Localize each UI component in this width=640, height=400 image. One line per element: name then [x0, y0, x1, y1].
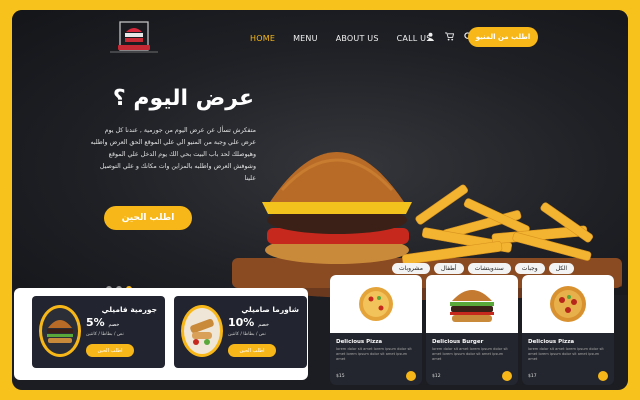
- product-price: $15: [336, 374, 345, 379]
- offer-order-button[interactable]: اطلب الحين: [228, 344, 276, 357]
- add-to-cart-button[interactable]: [406, 371, 416, 381]
- product-title: Delicious Pizza: [528, 339, 575, 345]
- product-price: $12: [432, 374, 441, 379]
- tab-meals[interactable]: وجبات: [514, 263, 545, 274]
- product-image-wrap: [330, 275, 422, 333]
- offer-name: جورمية فاميلي: [101, 305, 157, 314]
- category-tabs: الكل وجبات سندويتشات أطفال مشروبات: [392, 263, 575, 274]
- tab-all[interactable]: الكل: [548, 263, 575, 274]
- offer-discount: 5% خصم: [86, 316, 120, 329]
- hero-order-button[interactable]: اطلب الحين: [104, 206, 192, 230]
- shawarma-plate-image: [181, 305, 223, 357]
- burger-icon: [450, 290, 494, 322]
- brand-logo[interactable]: [104, 18, 164, 58]
- offer-discount: 10% خصم: [228, 316, 269, 329]
- add-to-cart-button[interactable]: [502, 371, 512, 381]
- main-nav: HOME MENU ABOUT US CALL US: [250, 34, 431, 43]
- tab-drinks[interactable]: مشروبات: [392, 263, 430, 274]
- nav-home[interactable]: HOME: [250, 34, 275, 43]
- offers-panel: جورمية فاميلي 5% خصم نص / بطاطا / كانتين…: [14, 288, 308, 380]
- burger-plate-image: [39, 305, 81, 357]
- add-to-cart-button[interactable]: [598, 371, 608, 381]
- tab-sandwiches[interactable]: سندويتشات: [467, 263, 511, 274]
- offer-details: نص / بطاطا / كانتين: [86, 332, 124, 337]
- nav-menu[interactable]: MENU: [293, 34, 318, 43]
- product-card[interactable]: Delicious Pizza lorem dolor sit amet lor…: [330, 275, 422, 385]
- header-order-button[interactable]: اطلب من المنيو: [468, 27, 538, 47]
- tab-kids[interactable]: أطفال: [433, 263, 464, 274]
- offer-card[interactable]: جورمية فاميلي 5% خصم نص / بطاطا / كانتين…: [32, 296, 165, 368]
- product-description: lorem dolor sit amet lorem ipsum dolor s…: [528, 347, 604, 361]
- product-description: lorem dolor sit amet lorem ipsum dolor s…: [336, 347, 412, 361]
- pizza-icon: [359, 287, 393, 321]
- hero-title: عرض اليوم ؟: [112, 86, 254, 111]
- product-price: $17: [528, 374, 537, 379]
- offer-order-button[interactable]: اطلب الحين: [86, 344, 134, 357]
- product-card[interactable]: Delicious Pizza lorem dolor sit amet lor…: [522, 275, 614, 385]
- offer-details: نص / بطاطا / كانتين: [228, 332, 266, 337]
- offer-name: شاورما صاميلي: [241, 305, 299, 314]
- user-icon[interactable]: [426, 32, 435, 41]
- product-title: Delicious Burger: [432, 339, 484, 345]
- product-description: lorem dolor sit amet lorem ipsum dolor s…: [432, 347, 508, 361]
- offer-card[interactable]: شاورما صاميلي 10% خصم نص / بطاطا / كانتي…: [174, 296, 307, 368]
- nav-about[interactable]: ABOUT US: [336, 34, 379, 43]
- product-image-wrap: [522, 275, 614, 333]
- pizza-icon: [550, 286, 586, 322]
- product-card[interactable]: Delicious Burger lorem dolor sit amet lo…: [426, 275, 518, 385]
- product-image-wrap: [426, 275, 518, 333]
- cart-icon[interactable]: [445, 32, 454, 41]
- header-icons: [426, 32, 473, 41]
- product-title: Delicious Pizza: [336, 339, 383, 345]
